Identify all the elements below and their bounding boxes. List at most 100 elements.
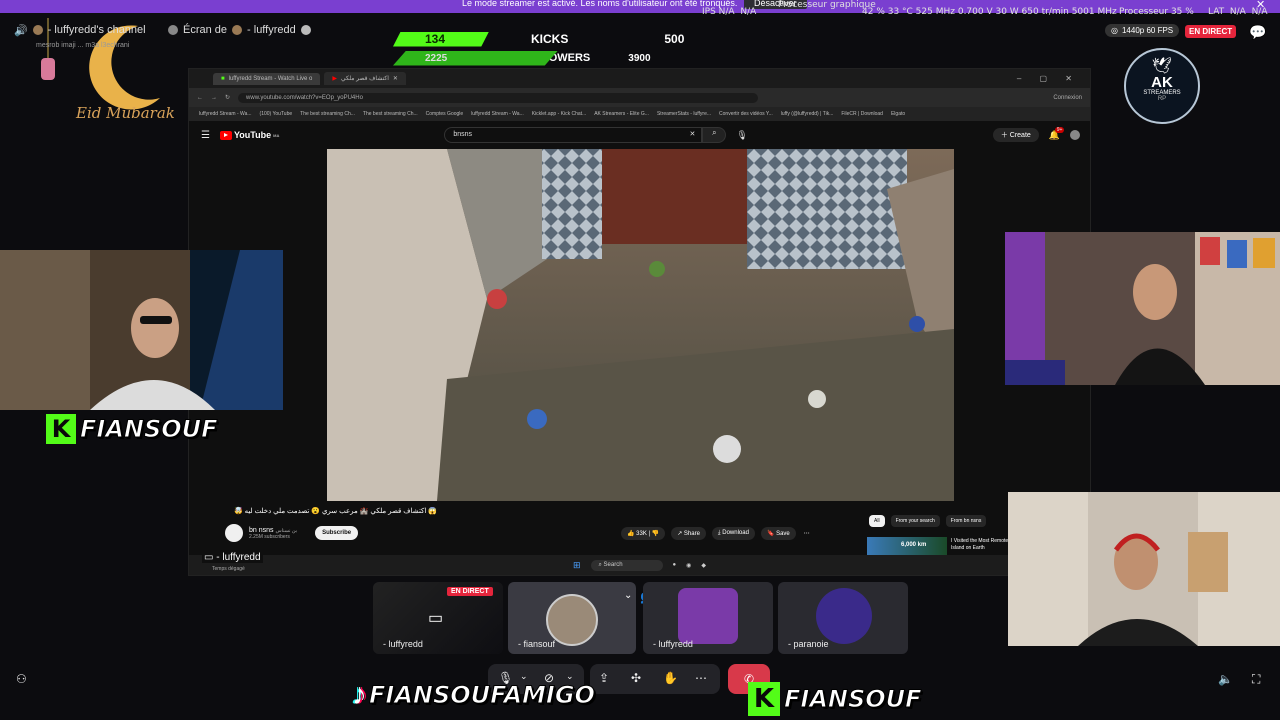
- webcam-right-bottom: [1008, 492, 1280, 646]
- call-tile-paranoie[interactable]: - paranoie: [778, 582, 908, 654]
- webcam-left: [0, 250, 283, 410]
- bookmark-item[interactable]: Kicklet.app - Kick Chat...: [532, 111, 586, 117]
- more-icon[interactable]: ⋯: [802, 527, 812, 540]
- chrome-icon[interactable]: ◉: [686, 562, 691, 569]
- bookmark-item[interactable]: luffyredd Stream - Wa...: [199, 111, 252, 117]
- speaker-icon: 🔊: [14, 24, 28, 37]
- search-button[interactable]: ⌕: [702, 127, 727, 143]
- search-input[interactable]: bnsns ✕: [444, 127, 703, 143]
- chip-all[interactable]: All: [869, 515, 885, 527]
- video-frame: [327, 149, 954, 501]
- call-tile-screen[interactable]: EN DIRECT ▭ - luffyredd: [373, 582, 503, 654]
- more-icon[interactable]: ⋯: [695, 671, 707, 685]
- menu-icon[interactable]: ☰: [201, 130, 210, 141]
- windows-icon[interactable]: ⊞: [573, 560, 581, 571]
- avatar: [232, 25, 243, 35]
- volume-icon[interactable]: 🔈: [1218, 672, 1233, 686]
- user-settings-icon[interactable]: ⚇: [16, 672, 27, 686]
- kick-logo-icon: K: [748, 682, 780, 716]
- screen-share-icon: ▭: [428, 610, 444, 627]
- gauge-icon: ◎: [1111, 26, 1118, 35]
- profile-button[interactable]: Connexion: [1053, 95, 1082, 101]
- lantern-left: [41, 58, 55, 80]
- streamer-mode-message: Le mode streamer est activé. Les noms d'…: [462, 0, 738, 8]
- stream-quality: ◎ 1440p 60 FPS: [1105, 24, 1180, 37]
- bookmark-item[interactable]: Elgato: [891, 111, 905, 117]
- windows-taskbar: ⊞ ⌕ Search ● ◉ ◆: [189, 555, 1090, 575]
- reload-icon[interactable]: ↻: [225, 94, 230, 101]
- app-icon[interactable]: ◆: [701, 562, 706, 569]
- screen-share-label: Écran de - luffyredd: [168, 20, 311, 40]
- video-actions: 👍 33K | 👎 ↗ Share ⤓ Download 🔖 Save ⋯: [621, 527, 812, 540]
- call-tile-luffyredd[interactable]: - luffyredd: [643, 582, 773, 654]
- bookmark-item[interactable]: FileCR | Download: [841, 111, 883, 117]
- create-button[interactable]: ＋ Create: [992, 128, 1039, 142]
- bookmark-item[interactable]: AK Streamers - Elite G...: [594, 111, 649, 117]
- youtube-logo[interactable]: YouTube MA: [219, 130, 279, 140]
- video-player[interactable]: [327, 149, 954, 501]
- kick-icon: ■: [221, 75, 225, 82]
- avatar[interactable]: [1070, 130, 1080, 140]
- youtube-header: ☰ YouTube MA bnsns ✕ ⌕ 🎙 ＋ Create 🔔 9+: [189, 121, 1090, 149]
- avatar: [32, 25, 43, 35]
- share-button[interactable]: ↗ Share: [671, 527, 706, 540]
- avatar: [168, 25, 178, 35]
- chip-channel[interactable]: From bn nsns: [945, 515, 987, 527]
- tile-name: - paranoie: [788, 639, 829, 649]
- call-tile-fiansouf[interactable]: - fiansouf: [508, 582, 636, 654]
- bookmark-item[interactable]: luffyredd Stream - Wa...: [471, 111, 524, 117]
- activities-icon[interactable]: ✣: [631, 671, 641, 685]
- bookmark-item[interactable]: luffy (@luffyredd) | Tik...: [781, 111, 834, 117]
- download-button[interactable]: ⤓ Download: [711, 527, 755, 540]
- channel-avatar[interactable]: [225, 524, 243, 542]
- url-field[interactable]: www.youtube.com/watch?v=EOp_yoPU4Ho: [238, 92, 759, 103]
- bookmark-item[interactable]: StreamerStats - luffyre...: [657, 111, 711, 117]
- chip-search[interactable]: From your search: [890, 515, 940, 527]
- chevron-down-icon[interactable]: ⌄: [624, 590, 632, 601]
- forward-icon[interactable]: →: [211, 95, 217, 101]
- tab-strip: ■ luffyredd Stream - Watch Live o ▶ اكتشاف…: [189, 69, 1090, 88]
- kicks-value: 134: [393, 31, 489, 47]
- address-bar: ← → ↻ www.youtube.com/watch?v=EOp_yoPU4H…: [189, 88, 1090, 107]
- channel-label: 🔊 - luffyredd's channel: [14, 24, 146, 37]
- tab-youtube[interactable]: ▶ اكتشاف قصر ملكي ✕: [324, 72, 406, 85]
- kicks-goal: 500: [664, 32, 685, 46]
- followers-value: 2225: [393, 50, 558, 66]
- speaking-user-label: ▭ - luffyredd: [202, 552, 263, 563]
- bookmark-item[interactable]: (100) YouTube: [260, 111, 293, 117]
- bookmark-item[interactable]: Convertir des vidéos Y...: [719, 111, 773, 117]
- live-badge: EN DIRECT: [1185, 25, 1237, 38]
- recommended-title[interactable]: I Visited the Most Remote Island on Eart…: [951, 538, 1011, 552]
- tab-luffyredd[interactable]: ■ luffyredd Stream - Watch Live o: [213, 72, 321, 85]
- fullscreen-icon[interactable]: ⛶: [1252, 672, 1260, 687]
- window-controls[interactable]: – ▢ ✕: [1017, 74, 1080, 83]
- bookmark-item[interactable]: The best streaming Ch...: [300, 111, 355, 117]
- kick-name: FIANSOUF: [784, 685, 923, 714]
- tile-name: - fiansouf: [518, 639, 556, 649]
- eid-text: Eid Mubarak: [76, 104, 175, 122]
- notifications-icon[interactable]: 🔔 9+: [1049, 126, 1065, 141]
- screen-share-icon[interactable]: ⇪: [599, 671, 609, 685]
- back-icon[interactable]: ←: [197, 95, 203, 101]
- avatar: [678, 588, 738, 644]
- ak-streamers-logo: 🕊 AK STREAMERS RP: [1124, 48, 1200, 124]
- ips-stat: IPS N/A N/A: [702, 7, 757, 17]
- bookmark-item[interactable]: Comptes Google: [426, 111, 464, 117]
- soundboard-icon[interactable]: ✋: [663, 671, 678, 685]
- subscribe-button[interactable]: Subscribe: [315, 526, 359, 540]
- save-button[interactable]: 🔖 Save: [760, 527, 796, 540]
- recommendation-chips: All From your search From bn nsns: [869, 515, 987, 527]
- mic-icon[interactable]: 🎙: [736, 130, 747, 141]
- bookmark-item[interactable]: The best streaming Ch...: [363, 111, 418, 117]
- recommended-thumbnail[interactable]: 6,000 km: [867, 537, 947, 555]
- clear-icon[interactable]: ✕: [690, 130, 696, 138]
- avatar: [300, 25, 311, 35]
- teams-icon[interactable]: ●: [673, 562, 677, 568]
- taskbar-search[interactable]: ⌕ Search: [590, 559, 663, 571]
- chat-icon[interactable]: 💬: [1249, 24, 1266, 41]
- like-button[interactable]: 👍 33K | 👎: [621, 527, 666, 540]
- channel-row: bn nsns بن نسناس 2.25M subscribers Subsc…: [225, 524, 359, 542]
- browser-window: ■ luffyredd Stream - Watch Live o ▶ اكتشاف…: [188, 68, 1091, 576]
- youtube-icon: [219, 130, 232, 140]
- followers-goal: 3900: [628, 52, 651, 64]
